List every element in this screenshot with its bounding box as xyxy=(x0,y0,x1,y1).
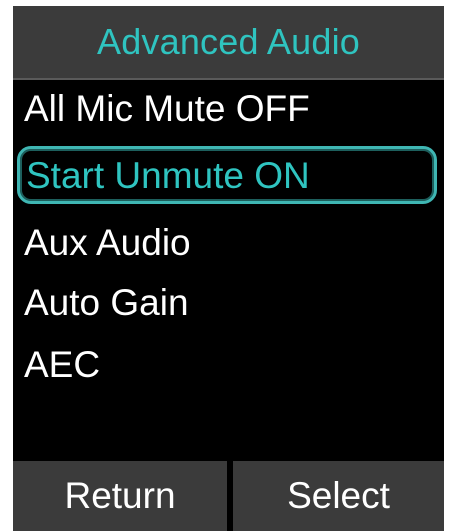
menu-item-label: All Mic Mute OFF xyxy=(24,87,310,129)
screen-bezel-right xyxy=(444,0,449,531)
menu-item-label: Auto Gain xyxy=(24,281,189,323)
page-title: Advanced Audio xyxy=(96,21,360,62)
menu-item-start-unmute[interactable]: Start Unmute ON xyxy=(17,146,437,204)
title-bar: Advanced Audio xyxy=(13,6,444,80)
menu-item-label: Aux Audio xyxy=(24,221,191,263)
return-button[interactable]: Return xyxy=(13,461,227,531)
menu-item-aux-audio[interactable]: Aux Audio xyxy=(13,214,191,270)
menu-item-aec[interactable]: AEC xyxy=(13,336,100,392)
menu-item-label: Start Unmute ON xyxy=(26,154,310,196)
menu-item-all-mic-mute[interactable]: All Mic Mute OFF xyxy=(13,80,310,136)
screen-bezel-left xyxy=(0,0,13,531)
device-screen: Advanced Audio All Mic Mute OFF Start Un… xyxy=(0,0,449,531)
menu-item-auto-gain[interactable]: Auto Gain xyxy=(13,274,189,330)
menu-item-label: AEC xyxy=(24,343,101,385)
softkey-bar: Return Select xyxy=(13,461,444,531)
select-button[interactable]: Select xyxy=(233,461,444,531)
